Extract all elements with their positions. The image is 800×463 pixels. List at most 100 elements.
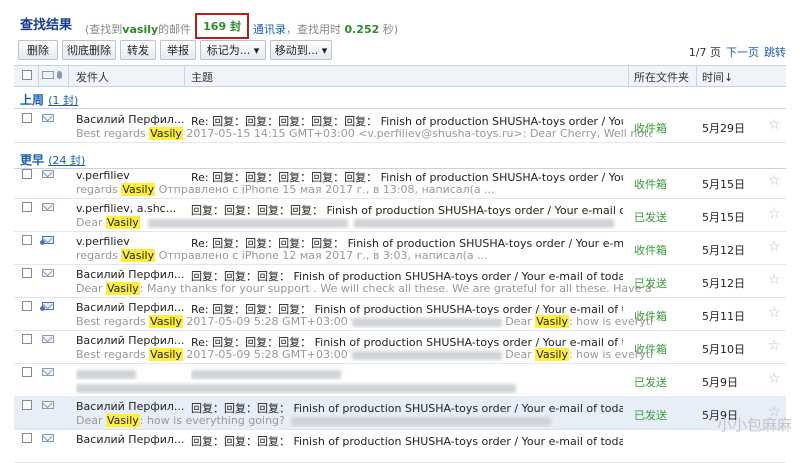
move-to-dropdown[interactable]: 移动到... ▾: [270, 40, 332, 60]
redacted-text: [76, 369, 136, 379]
forward-button[interactable]: 转发: [120, 40, 156, 60]
jump-page-link[interactable]: 跳转: [764, 46, 786, 59]
time-column-header[interactable]: 时间↓: [702, 69, 733, 85]
sender: v.perfiliev: [76, 169, 130, 182]
folder: 已发送: [634, 376, 667, 389]
star-icon[interactable]: ☆: [768, 305, 781, 321]
read-mail-icon: [42, 269, 54, 277]
preview: Dear Vasily: Many thanks for your suppor…: [76, 282, 652, 295]
search-summary: (查找到vasily的邮件 169 封通讯录，查找用时 0.252 秒): [85, 13, 398, 42]
star-icon[interactable]: ☆: [768, 239, 781, 255]
row-checkbox[interactable]: [22, 202, 32, 212]
preview: Best regards Vasily 2017-05-09 5:28 GMT+…: [76, 315, 652, 328]
sender: v.perfiliev, a.shc...: [76, 202, 177, 215]
row-checkbox[interactable]: [22, 169, 32, 179]
star-icon[interactable]: ☆: [768, 173, 781, 189]
date: 5月15日: [702, 178, 745, 191]
search-results-header: 查找结果 (查找到vasily的邮件 169 封通讯录，查找用时 0.252 秒): [0, 0, 800, 40]
date: 5月12日: [702, 277, 745, 290]
mail-status-icon: [42, 71, 54, 79]
preview: Best regards Vasily 2017-05-15 14:15 GMT…: [76, 127, 652, 140]
subject-column-header[interactable]: 主题: [191, 69, 213, 85]
star-icon[interactable]: ☆: [768, 338, 781, 354]
row-checkbox[interactable]: [22, 367, 32, 377]
row-checkbox[interactable]: [22, 113, 32, 123]
row-checkbox[interactable]: [22, 301, 32, 311]
subject: 回复：回复：回复： Finish of production SHUSHA-to…: [191, 435, 623, 448]
delete-button[interactable]: 删除: [18, 40, 58, 60]
read-mail-icon: [42, 203, 54, 211]
row-checkbox[interactable]: [22, 268, 32, 278]
star-icon[interactable]: ☆: [768, 371, 781, 387]
mail-row[interactable]: Василий Перфил... 回复：回复：回复： Finish of pr…: [14, 264, 786, 298]
redacted-text: [353, 218, 614, 228]
mail-row[interactable]: Василий Перфил... 回复：回复：回复： Finish of pr…: [14, 429, 786, 463]
keyword-highlight: Vasily: [106, 282, 140, 295]
mail-row[interactable]: Василий Перфил... 回复：回复：回复： Finish of pr…: [14, 396, 786, 430]
column-divider: [184, 66, 185, 86]
keyword-highlight: Vasily: [121, 183, 156, 196]
folder-column-header[interactable]: 所在文件夹: [634, 69, 689, 85]
folder: 已发送: [634, 277, 667, 290]
date: 5月9日: [702, 376, 738, 389]
replied-mail-icon: [40, 302, 54, 311]
date: 5月29日: [702, 122, 745, 135]
column-divider: [628, 66, 629, 86]
column-divider: [696, 66, 697, 86]
folder: 收件箱: [634, 178, 667, 191]
sender-column-header[interactable]: 发件人: [76, 69, 109, 85]
row-checkbox[interactable]: [22, 334, 32, 344]
read-mail-icon: [42, 114, 54, 122]
folder: 收件箱: [634, 310, 667, 323]
mail-row[interactable]: v.perfiliev, a.shc... 回复：回复：回复：回复： Finis…: [14, 198, 786, 232]
select-all-checkbox[interactable]: [22, 70, 32, 80]
column-divider: [68, 66, 69, 86]
read-mail-icon: [42, 401, 54, 409]
mail-row[interactable]: v.perfiliev Re: 回复：回复：回复：回复：回复： Finish o…: [14, 165, 786, 199]
mail-row[interactable]: Василий Перфил... Re: 回复：回复：回复： Finish o…: [14, 297, 786, 331]
mail-row[interactable]: Василий Перфил... Re: 回复：回复：回复： Finish o…: [14, 330, 786, 364]
group-count[interactable]: (1 封): [48, 94, 78, 107]
sender: v.perfiliev: [76, 235, 130, 248]
row-checkbox[interactable]: [22, 433, 32, 443]
preview: Dear Vasily: [76, 216, 652, 229]
pagination: 1/7 页下一页 跳转: [689, 44, 786, 60]
keyword-highlight: Vasily: [106, 414, 140, 427]
redacted-text: [351, 317, 502, 327]
keyword-highlight: Vasily: [106, 216, 140, 229]
page-indicator: 1/7 页: [688, 46, 721, 59]
mark-as-dropdown[interactable]: 标记为... ▾: [200, 40, 266, 60]
subject: [191, 367, 623, 380]
chevron-down-icon: ▾: [321, 43, 328, 57]
star-icon[interactable]: ☆: [768, 206, 781, 222]
date: 5月12日: [702, 244, 745, 257]
group-header-last-week: 上周 (1 封): [14, 86, 786, 109]
folder: 收件箱: [634, 343, 667, 356]
row-checkbox[interactable]: [22, 235, 32, 245]
search-time: 0.252: [344, 23, 380, 36]
preview: regards Vasily Отправлено с iPhone 12 ма…: [76, 249, 488, 262]
folder: 收件箱: [634, 122, 667, 135]
date: 5月10日: [702, 343, 745, 356]
mail-row[interactable]: Василий Перфил... Re: 回复：回复：回复：回复：回复： Fi…: [14, 109, 786, 143]
date: 5月11日: [702, 310, 745, 323]
mail-row[interactable]: 已发送 5月9日 ☆: [14, 363, 786, 397]
chevron-down-icon: ▾: [253, 43, 260, 57]
star-icon[interactable]: ☆: [768, 272, 781, 288]
keyword-highlight: Vasily: [535, 315, 569, 328]
replied-mail-icon: [40, 236, 54, 245]
keyword-highlight: Vasily: [149, 315, 183, 328]
sender: Василий Перфил...: [76, 268, 185, 281]
result-count: 169 封: [195, 13, 249, 39]
report-button[interactable]: 举报: [160, 40, 196, 60]
permanent-delete-button[interactable]: 彻底删除: [62, 40, 116, 60]
contacts-link[interactable]: 通讯录: [253, 23, 286, 36]
search-keyword: vasily: [122, 23, 159, 36]
column-header: 发件人 主题 所在文件夹 时间↓: [14, 65, 786, 87]
keyword-highlight: Vasily: [535, 348, 569, 361]
star-icon[interactable]: ☆: [768, 117, 781, 133]
next-page-link[interactable]: 下一页: [726, 46, 759, 59]
mail-row[interactable]: v.perfiliev Re: 回复：回复：回复：回复： Finish of p…: [14, 231, 786, 265]
row-checkbox[interactable]: [22, 400, 32, 410]
preview: [76, 381, 652, 394]
